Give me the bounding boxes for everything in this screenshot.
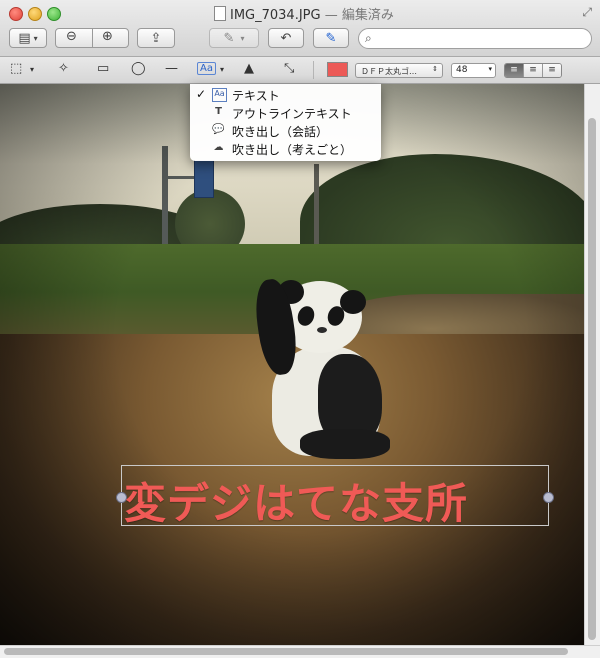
menu-item-label: アウトラインテキスト xyxy=(232,107,352,121)
thought-bubble-icon: ☁ xyxy=(213,142,224,153)
menu-item-thought-bubble[interactable]: ☁ 吹き出し（考えごと） xyxy=(190,140,381,158)
title-bar: IMG_7034.JPG — 編集済み ⤢ ▤ ▾ ⊖ ⊕ ⇪ ✎ ▾ ↶ ✎ ⌕ xyxy=(0,0,600,57)
menu-item-label: テキスト xyxy=(232,89,280,103)
text-annotation[interactable]: 変デジはてな支所 xyxy=(124,470,468,531)
magic-wand-icon[interactable]: ✧ xyxy=(58,61,69,76)
window-status: 編集済み xyxy=(341,8,394,23)
text-alignment-control: ≡ ≡ ≡ xyxy=(504,63,562,78)
horizontal-scroll-thumb[interactable] xyxy=(4,648,568,655)
align-center-button[interactable]: ≡ xyxy=(524,64,543,77)
resize-handle-right[interactable] xyxy=(543,492,554,503)
zoom-button[interactable] xyxy=(47,7,61,21)
window-filename: IMG_7034.JPG xyxy=(230,8,321,23)
rotate-button[interactable]: ↶ xyxy=(268,28,304,48)
share-button[interactable]: ⇪ xyxy=(137,28,175,48)
text-style-menu: ✓ Aa テキスト T アウトラインテキスト 💬 吹き出し（会話） ☁ 吹き出し… xyxy=(190,84,381,161)
outline-text-icon: T xyxy=(215,106,222,117)
share-icon: ⇪ xyxy=(150,30,162,46)
chevron-down-icon[interactable]: ▾ xyxy=(30,65,34,74)
markup-toolbar: ⬚ ▾ ✧ ▭ ◯ — Aa ▾ ▲ ⤡ ＤＦＰ太丸ゴ… ⇕ 48 ▾ ≡ ≡ … xyxy=(0,57,600,84)
search-icon: ⌕ xyxy=(365,31,372,45)
photo-canvas[interactable] xyxy=(0,84,584,645)
search-field[interactable]: ⌕ xyxy=(358,28,592,49)
font-size-select[interactable]: 48 ▾ xyxy=(451,63,496,78)
sidebar-button[interactable]: ▤ ▾ xyxy=(9,28,47,48)
zoom-in-icon[interactable]: ⊕ xyxy=(102,29,113,44)
resize-tool-icon[interactable]: ⤡ xyxy=(284,61,294,76)
highlight-button[interactable]: ✎ ▾ xyxy=(209,28,259,48)
sidebar-icon: ▤ xyxy=(18,30,31,46)
chevron-down-icon: ▾ xyxy=(33,33,38,43)
window-separator: — xyxy=(320,8,342,23)
menu-item-label: 吹き出し（会話） xyxy=(232,125,329,139)
document-icon xyxy=(214,6,226,21)
font-family-select[interactable]: ＤＦＰ太丸ゴ… ⇕ xyxy=(355,63,443,78)
menu-item-text[interactable]: ✓ Aa テキスト xyxy=(190,86,381,104)
text-color-well[interactable] xyxy=(327,62,348,77)
chevron-down-icon: ▾ xyxy=(488,65,492,73)
checkmark-icon: ✓ xyxy=(196,87,207,101)
chevron-down-icon[interactable]: ▾ xyxy=(220,65,224,74)
toolbar-divider xyxy=(313,61,314,79)
zoom-out-icon[interactable]: ⊖ xyxy=(66,29,77,44)
oval-tool-icon[interactable]: ◯ xyxy=(131,61,146,76)
align-left-button[interactable]: ≡ xyxy=(505,64,524,77)
speech-bubble-icon: 💬 xyxy=(212,124,225,135)
zoom-segmented-control: ⊖ ⊕ xyxy=(55,28,129,48)
segment-divider xyxy=(92,29,93,47)
highlight-icon: ✎ xyxy=(223,30,235,46)
text-box-icon: Aa xyxy=(212,88,227,102)
menu-item-label: 吹き出し（考えごと） xyxy=(232,143,353,157)
vertical-scroll-thumb[interactable] xyxy=(588,118,596,640)
font-name: ＤＦＰ太丸ゴ… xyxy=(361,67,417,76)
menu-item-speech-bubble[interactable]: 💬 吹き出し（会話） xyxy=(190,122,381,140)
fullscreen-icon[interactable]: ⤢ xyxy=(582,5,592,20)
adjust-color-icon[interactable]: ▲ xyxy=(244,61,254,76)
align-right-button[interactable]: ≡ xyxy=(543,64,561,77)
minimize-button[interactable] xyxy=(28,7,42,21)
text-tool-icon[interactable]: Aa xyxy=(197,62,216,75)
line-tool-icon[interactable]: — xyxy=(165,61,178,76)
chevron-down-icon: ▾ xyxy=(240,33,245,43)
photo-vignette xyxy=(0,84,584,645)
menu-item-outline-text[interactable]: T アウトラインテキスト xyxy=(190,104,381,122)
window-title: IMG_7034.JPG — 編集済み xyxy=(230,4,394,23)
rectangle-tool-icon[interactable]: ▭ xyxy=(97,61,109,76)
font-size-value: 48 xyxy=(456,65,468,75)
close-button[interactable] xyxy=(9,7,23,21)
markup-pen-icon: ✎ xyxy=(325,30,337,46)
markup-toolbar-button[interactable]: ✎ xyxy=(313,28,349,48)
rotate-icon: ↶ xyxy=(280,30,292,46)
chevron-updown-icon: ⇕ xyxy=(432,65,438,73)
search-input[interactable] xyxy=(379,31,583,47)
preview-window: IMG_7034.JPG — 編集済み ⤢ ▤ ▾ ⊖ ⊕ ⇪ ✎ ▾ ↶ ✎ ⌕ … xyxy=(0,0,600,658)
selection-tool-icon[interactable]: ⬚ xyxy=(10,61,22,76)
